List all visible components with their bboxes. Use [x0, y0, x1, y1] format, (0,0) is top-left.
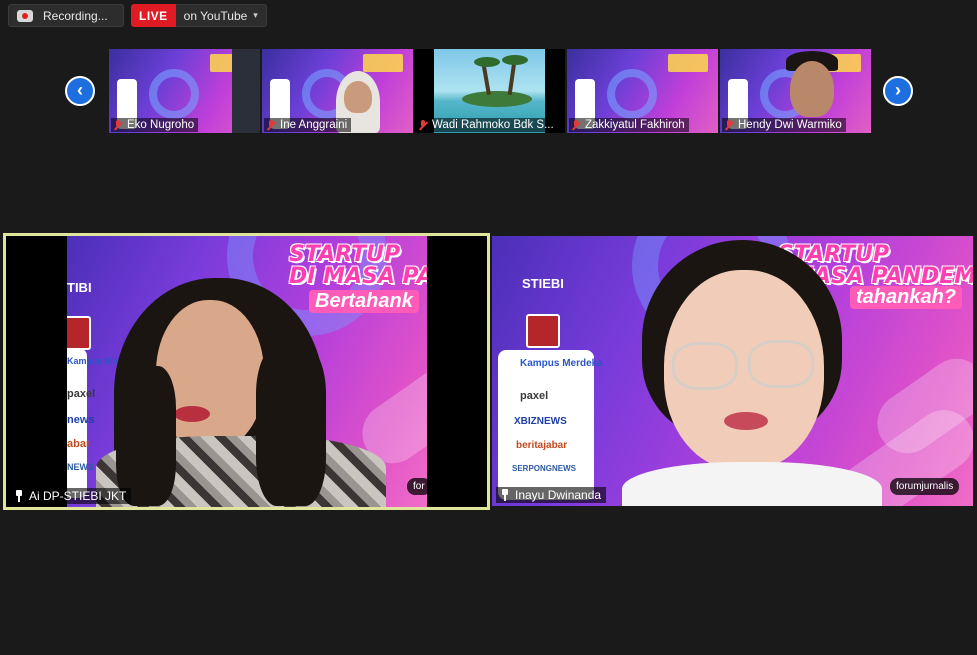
chevron-right-icon: › [895, 80, 901, 100]
participant-name-tag: Wadi Rahmoko Bdk S... [416, 118, 558, 132]
participant-tile-1[interactable]: Eko Nugroho [109, 49, 260, 133]
participant-name: Eko Nugroho [127, 119, 195, 131]
sponsor-logo: paxel [67, 388, 96, 400]
mic-muted-icon [266, 119, 276, 131]
gallery-prev-button[interactable]: ‹ [65, 76, 95, 106]
gallery-next-button[interactable]: › [883, 76, 913, 106]
org-logo [67, 316, 91, 350]
recording-label: Recording... [43, 8, 108, 23]
participant-name: Wadi Rahmoko Bdk S... [432, 119, 554, 131]
participant-face [790, 61, 834, 117]
org-logo [526, 314, 560, 348]
watermark-badge: for [407, 478, 427, 495]
record-icon [17, 9, 33, 22]
mic-muted-icon [724, 119, 734, 131]
mic-muted-icon [113, 119, 123, 131]
speaker-name-tag: Inayu Dwinanda [496, 487, 607, 503]
chevron-left-icon: ‹ [77, 80, 83, 100]
video-feed [232, 49, 260, 133]
sponsor-logo: beritajabar [516, 440, 568, 451]
participant-name-tag: Zakkiyatul Fakhiroh [569, 118, 689, 132]
participant-name: Zakkiyatul Fakhiroh [585, 119, 685, 131]
recording-indicator[interactable]: Recording... [8, 4, 124, 27]
org-name: STIEBI [522, 276, 564, 291]
participant-tile-5[interactable]: Hendy Dwi Warmiko [720, 49, 871, 133]
participant-tile-3[interactable]: Wadi Rahmoko Bdk S... [414, 49, 565, 133]
slide-title: STARTUP [289, 242, 401, 267]
mic-muted-icon [571, 119, 581, 131]
slide-subtitle: Bertahank [309, 290, 419, 313]
participant-name-tag: Ine Anggraini [264, 118, 352, 132]
speaker-name-tag: Ai DP-STIEBI JKT [10, 488, 132, 504]
participant-tile-4[interactable]: Zakkiyatul Fakhiroh [567, 49, 718, 133]
sponsor-panel: Kampus Merdeka paxel XBIZNEWS beritajaba… [498, 350, 603, 500]
pin-icon [14, 490, 24, 502]
active-speaker-tile[interactable]: STARTUP DI MASA PAN Bertahank TIBI Kampu… [3, 233, 490, 510]
sponsor-logo: Kampus Merdeka [520, 358, 603, 369]
sponsor-logo: SERPONGNEWS [512, 464, 577, 473]
sponsor-logo: XBIZNEWS [514, 416, 567, 427]
participant-tile-2[interactable]: Ine Anggraini [262, 49, 413, 133]
participant-name-tag: Eko Nugroho [111, 118, 199, 132]
live-destination-label: on YouTube [183, 8, 248, 23]
participant-name: Ine Anggraini [280, 119, 348, 131]
sponsor-logo: paxel [520, 390, 549, 402]
slide-title-line2: DI MASA PAN [289, 264, 427, 289]
sponsor-logo: abar [67, 438, 91, 450]
sponsor-panel: Kampus Merdeka paxel news abar NEWS [67, 348, 142, 498]
speaker-tile[interactable]: STARTUP MASA PANDEMI tahankah? STIEBI Ka… [492, 236, 973, 506]
sponsor-logo: NEWS [67, 462, 94, 472]
participant-face [344, 81, 372, 113]
participant-name-tag: Hendy Dwi Warmiko [722, 118, 846, 132]
live-stream-indicator[interactable]: LIVE on YouTube ▾ [131, 4, 267, 27]
watermark-badge: forumjurnalis [890, 478, 960, 495]
mic-muted-icon [418, 119, 428, 131]
zoom-meeting-window: Recording... LIVE on YouTube ▾ ‹ Eko Nug… [0, 0, 977, 655]
speaker-name: Ai DP-STIEBI JKT [29, 489, 127, 503]
speaker-name: Inayu Dwinanda [515, 488, 602, 502]
pin-icon [500, 489, 510, 501]
org-name: TIBI [67, 280, 92, 295]
participant-name: Hendy Dwi Warmiko [738, 119, 842, 131]
live-destination-dropdown[interactable]: on YouTube ▾ [175, 4, 267, 27]
sponsor-logo: news [67, 414, 95, 426]
slide-subtitle: tahankah? [850, 286, 963, 309]
live-badge: LIVE [131, 4, 176, 27]
chevron-down-icon: ▾ [253, 10, 258, 20]
